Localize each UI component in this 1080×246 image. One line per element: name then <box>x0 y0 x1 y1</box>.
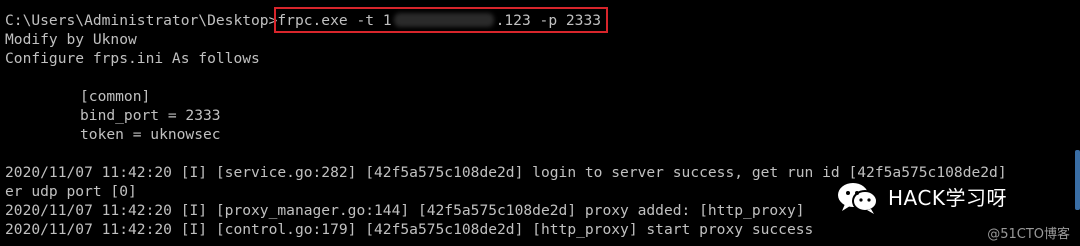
log-line: 2020/11/07 11:42:20 [I] [control.go:179]… <box>5 221 814 238</box>
command-end: .123 -p 2333 <box>495 12 602 29</box>
source-watermark: @51CTO博客 <box>987 227 1070 242</box>
prompt-text: C:\Users\Administrator\Desktop> <box>5 12 278 29</box>
watermark: HACK学习呀 <box>836 180 1007 216</box>
terminal-window[interactable]: C:\Users\Administrator\Desktop> frpc.exe … <box>0 0 1080 246</box>
config-line: [common] <box>80 88 151 105</box>
command-start: frpc.exe -t <box>277 12 383 29</box>
redacted-ip <box>393 13 494 27</box>
command-highlight: frpc.exe -t 1 .123 -p 2333 <box>274 7 609 33</box>
wechat-icon <box>838 183 878 214</box>
output-line: Modify by Uknow <box>5 31 137 48</box>
config-line: bind_port = 2333 <box>80 107 221 124</box>
config-line: token = uknowsec <box>80 126 221 143</box>
scrollbar[interactable] <box>1073 0 1080 246</box>
command-line: C:\Users\Administrator\Desktop> frpc.exe … <box>5 7 1080 33</box>
output-line: Configure frps.ini As follows <box>5 50 260 67</box>
command-mid: 1 <box>382 12 392 29</box>
watermark-text: HACK学习呀 <box>888 185 1007 210</box>
scrollbar-thumb[interactable] <box>1075 150 1080 210</box>
